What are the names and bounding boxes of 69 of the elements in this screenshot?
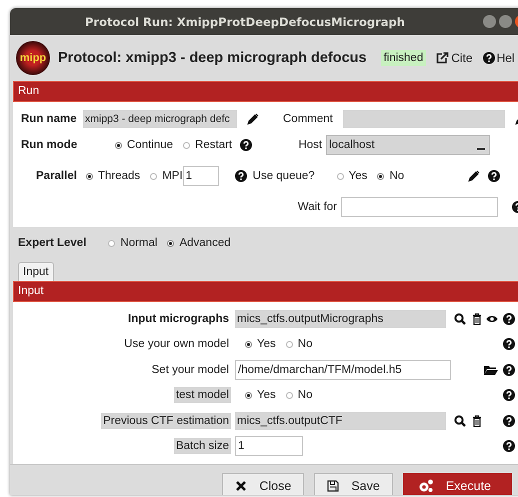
run-name-field[interactable]: xmipp3 - deep micrograph defc bbox=[83, 110, 237, 128]
search-icon[interactable] bbox=[454, 312, 466, 325]
help-icon[interactable] bbox=[488, 170, 500, 182]
section-header: Input bbox=[13, 281, 518, 302]
pencil-icon[interactable] bbox=[247, 113, 259, 125]
tab[interactable]: Input bbox=[18, 262, 54, 281]
number-field[interactable]: 1 bbox=[235, 436, 303, 456]
radio-option[interactable]: MPI bbox=[150, 170, 183, 182]
field-label: Expert Level bbox=[18, 237, 86, 249]
param-label: Set your model bbox=[150, 362, 230, 378]
pointer-field[interactable]: mics_ctfs.outputCTF bbox=[235, 412, 446, 430]
field-label: Comment bbox=[283, 113, 333, 125]
radio-option[interactable]: No bbox=[377, 170, 404, 182]
help-icon[interactable] bbox=[503, 338, 515, 350]
param-label: Batch size bbox=[174, 438, 231, 454]
cite-link[interactable]: Cite bbox=[436, 51, 473, 65]
close-button[interactable]: Close bbox=[222, 473, 304, 495]
field-label: Run name bbox=[21, 113, 78, 125]
field-label: Wait for bbox=[296, 201, 337, 213]
section-header: Run bbox=[13, 81, 518, 102]
radio-option[interactable]: Threads bbox=[86, 170, 140, 182]
trash-icon[interactable] bbox=[471, 414, 483, 427]
host-dropdown[interactable]: localhost bbox=[326, 135, 490, 155]
help-icon[interactable] bbox=[234, 170, 247, 182]
radio-option[interactable]: Yes bbox=[336, 170, 368, 182]
param-label: test model bbox=[174, 387, 231, 404]
folder-icon[interactable] bbox=[484, 364, 498, 376]
pointer-field[interactable]: mics_ctfs.outputMicrographs bbox=[235, 310, 446, 328]
help-icon[interactable] bbox=[240, 139, 252, 151]
protocol-title: Protocol: xmipp3 - deep micrograph defocus bbox=[58, 50, 367, 66]
help-icon[interactable] bbox=[503, 389, 515, 402]
save-button[interactable]: Save bbox=[314, 473, 393, 495]
mpi-field[interactable]: 1 bbox=[182, 166, 219, 186]
help-icon[interactable] bbox=[503, 414, 515, 427]
logo: mipp bbox=[16, 41, 50, 75]
param-label: Use your own model bbox=[123, 337, 230, 352]
maximize-button[interactable] bbox=[499, 15, 512, 28]
pencil-icon[interactable] bbox=[468, 170, 480, 182]
radio-option[interactable]: Restart bbox=[183, 139, 232, 151]
window-title: Protocol Run: XmippProtDeepDefocusMicrograph bbox=[85, 14, 405, 28]
floppy-disk-icon bbox=[327, 480, 340, 492]
radio-option[interactable]: Yes bbox=[245, 338, 276, 350]
radio-option[interactable]: Advanced bbox=[167, 237, 231, 249]
field-label: Use queue? bbox=[252, 170, 315, 182]
comment-field[interactable] bbox=[342, 110, 505, 128]
status-badge: finished bbox=[380, 50, 426, 66]
field-label: Run mode bbox=[21, 139, 78, 151]
help-icon[interactable] bbox=[503, 312, 515, 325]
execute-button[interactable]: Execute bbox=[402, 473, 512, 495]
field-label: Parallel bbox=[36, 170, 76, 182]
search-icon[interactable] bbox=[454, 414, 466, 427]
radio-option[interactable]: No bbox=[286, 389, 312, 402]
radio-option[interactable]: Continue bbox=[115, 139, 174, 151]
radio-option[interactable]: Yes bbox=[245, 389, 276, 402]
param-label: Input micrographs bbox=[127, 312, 230, 327]
external-link-icon bbox=[436, 52, 450, 64]
help-icon[interactable] bbox=[503, 364, 515, 376]
radio-option[interactable]: No bbox=[286, 338, 312, 350]
help-icon[interactable] bbox=[503, 440, 515, 452]
help-icon bbox=[482, 52, 495, 64]
path-field[interactable]: /home/dmarchan/TFM/model.h5 bbox=[235, 360, 451, 380]
radio-option[interactable]: Normal bbox=[108, 237, 158, 249]
wait-for-field[interactable] bbox=[341, 197, 498, 217]
help-link[interactable]: Hel bbox=[482, 51, 515, 65]
minimize-button[interactable] bbox=[483, 15, 496, 28]
trash-icon[interactable] bbox=[471, 312, 483, 325]
field-label: Host bbox=[297, 139, 322, 151]
param-label: Previous CTF estimation bbox=[101, 412, 231, 429]
x-icon bbox=[235, 480, 248, 492]
